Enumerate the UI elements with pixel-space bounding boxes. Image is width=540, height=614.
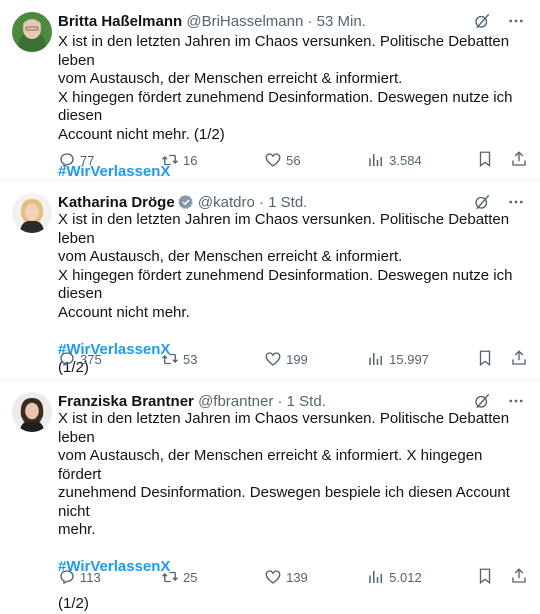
grok-icon[interactable] — [472, 391, 492, 411]
bookmark-icon[interactable] — [476, 150, 494, 171]
like-count: 56 — [286, 152, 301, 168]
text-line: vom Austausch, der Menschen erreicht & i… — [58, 248, 403, 265]
tweet[interactable]: Franziska Brantner @fbrantner · 1 Std. X… — [0, 380, 540, 612]
text-line: (1/2) — [58, 595, 89, 612]
avatar[interactable] — [12, 12, 52, 52]
retweet-button[interactable]: 25 — [161, 568, 264, 586]
reply-icon — [58, 568, 76, 586]
author-handle[interactable]: @BriHasselmann — [186, 13, 303, 30]
text-line: vom Austausch, der Menschen erreicht & i… — [58, 70, 403, 87]
views-button[interactable]: 15.997 — [367, 350, 476, 368]
more-icon[interactable] — [506, 391, 526, 411]
like-icon — [264, 151, 282, 169]
timestamp[interactable]: 1 Std. — [287, 393, 326, 410]
views-button[interactable]: 3.584 — [367, 151, 476, 169]
share-icon[interactable] — [510, 567, 528, 588]
timestamp[interactable]: 53 Min. — [317, 13, 366, 30]
retweet-count: 53 — [183, 351, 198, 367]
separator: · — [258, 194, 264, 211]
like-button[interactable]: 199 — [264, 350, 367, 368]
tweet-header: Britta Haßelmann @BriHasselmann · 53 Min… — [58, 12, 526, 32]
views-icon — [367, 350, 385, 368]
timestamp[interactable]: 1 Std. — [268, 194, 307, 211]
author-name[interactable]: Katharina Dröge — [58, 194, 175, 211]
retweet-icon — [161, 568, 179, 586]
reply-button[interactable]: 113 — [58, 568, 161, 586]
tweet[interactable]: Britta Haßelmann @BriHasselmann · 53 Min… — [0, 0, 540, 181]
views-button[interactable]: 5.012 — [367, 568, 476, 586]
text-line: X ist in den letzten Jahren im Chaos ver… — [58, 33, 510, 69]
views-icon — [367, 568, 385, 586]
grok-icon[interactable] — [472, 11, 492, 31]
text-line: zunehmend Desinformation. Deswegen bespi… — [58, 484, 510, 520]
text-line: X hingegen fördert zunehmend Desinformat… — [58, 266, 513, 303]
avatar[interactable] — [12, 392, 52, 432]
retweet-icon — [161, 151, 179, 169]
text-line: Account nicht mehr. — [58, 303, 190, 321]
like-icon — [264, 350, 282, 368]
separator: · — [277, 393, 283, 410]
retweet-button[interactable]: 16 — [161, 151, 264, 169]
views-count: 15.997 — [389, 351, 429, 367]
tweet[interactable]: Katharina Dröge @katdro · 1 Std. X ist i… — [0, 181, 540, 380]
reply-icon — [58, 350, 76, 368]
tweet-actions: 113 25 139 5.012 — [58, 567, 528, 587]
text-line: X hingegen fördert zunehmend Desinformat… — [58, 88, 513, 125]
views-icon — [367, 151, 385, 169]
reply-count: 113 — [80, 569, 101, 585]
views-count: 5.012 — [389, 569, 422, 585]
reply-button[interactable]: 375 — [58, 350, 161, 368]
text-line: X ist in den letzten Jahren im Chaos ver… — [58, 211, 510, 247]
views-count: 3.584 — [389, 152, 422, 168]
text-line: vom Austausch, der Menschen erreicht & i… — [58, 447, 483, 483]
author-name[interactable]: Britta Haßelmann — [58, 13, 182, 30]
more-icon[interactable] — [506, 11, 526, 31]
retweet-icon — [161, 350, 179, 368]
like-button[interactable]: 56 — [264, 151, 367, 169]
tweet-actions: 375 53 199 15.997 — [58, 349, 528, 369]
like-count: 139 — [286, 569, 308, 585]
text-line: mehr. — [58, 521, 96, 538]
reply-count: 375 — [80, 351, 102, 367]
bookmark-icon[interactable] — [476, 349, 494, 370]
tweet-actions: 77 16 56 3.584 — [58, 150, 528, 170]
share-icon[interactable] — [510, 150, 528, 171]
timeline: Britta Haßelmann @BriHasselmann · 53 Min… — [0, 0, 540, 612]
tweet-header: Katharina Dröge @katdro · 1 Std. — [58, 193, 526, 213]
reply-count: 77 — [80, 152, 95, 168]
retweet-count: 16 — [183, 152, 198, 168]
like-icon — [264, 568, 282, 586]
share-icon[interactable] — [510, 349, 528, 370]
grok-icon[interactable] — [472, 192, 492, 212]
like-count: 199 — [286, 351, 308, 367]
text-line: X ist in den letzten Jahren im Chaos ver… — [58, 410, 510, 446]
tweet-header: Franziska Brantner @fbrantner · 1 Std. — [58, 392, 526, 412]
separator: · — [307, 13, 313, 30]
author-handle[interactable]: @fbrantner — [198, 393, 273, 410]
retweet-count: 25 — [183, 569, 198, 585]
author-handle[interactable]: @katdro — [198, 194, 255, 211]
reply-icon — [58, 151, 76, 169]
avatar[interactable] — [12, 193, 52, 233]
retweet-button[interactable]: 53 — [161, 350, 264, 368]
reply-button[interactable]: 77 — [58, 151, 161, 169]
more-icon[interactable] — [506, 192, 526, 212]
like-button[interactable]: 139 — [264, 568, 367, 586]
text-line: Account nicht mehr. (1/2) — [58, 125, 225, 143]
bookmark-icon[interactable] — [476, 567, 494, 588]
author-name[interactable]: Franziska Brantner — [58, 393, 194, 410]
